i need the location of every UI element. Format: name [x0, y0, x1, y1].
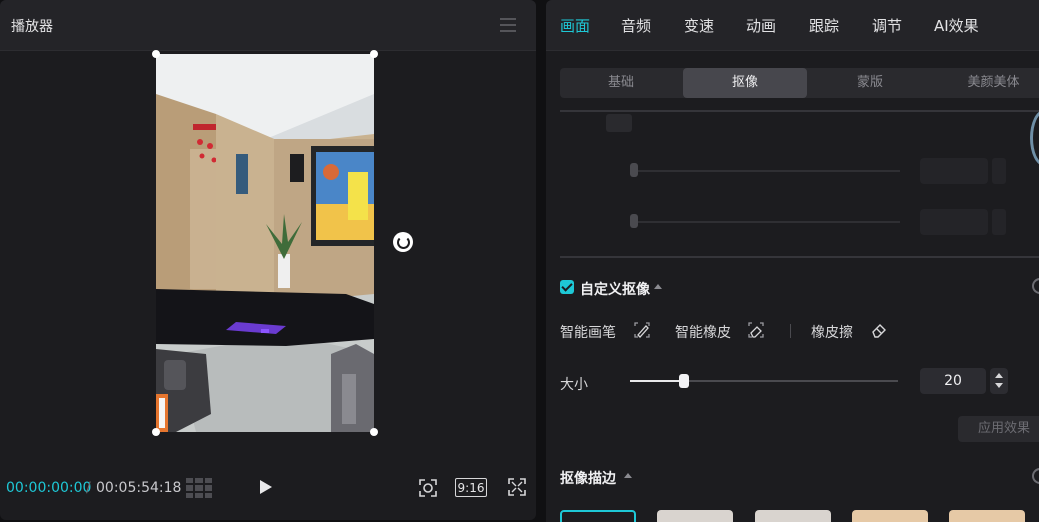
- tab-adjust[interactable]: 调节: [872, 15, 902, 36]
- divider: [560, 256, 1039, 258]
- frame-handle-top-left[interactable]: [152, 50, 160, 58]
- eraser-label[interactable]: 橡皮擦: [811, 322, 853, 342]
- dim-slider-row: [560, 207, 1039, 237]
- tab-ai-effects[interactable]: AI效果: [934, 15, 979, 36]
- size-label: 大小: [560, 377, 588, 393]
- sub-tabs: 基础 抠像 蒙版 美颜美体: [560, 68, 1039, 98]
- tab-picture[interactable]: 画面: [560, 15, 590, 36]
- custom-matting-checkbox[interactable]: [560, 280, 574, 294]
- tab-audio[interactable]: 音频: [621, 15, 651, 36]
- menu-icon[interactable]: [500, 18, 516, 32]
- fit-view-icon[interactable]: [418, 478, 438, 498]
- player-title: 播放器: [11, 19, 53, 35]
- stepper-down-icon[interactable]: [995, 383, 1003, 388]
- collapse-caret-icon[interactable]: [654, 284, 662, 289]
- stroke-preset[interactable]: [657, 510, 733, 522]
- size-stepper[interactable]: [990, 368, 1008, 394]
- apply-effect-button[interactable]: 应用效果: [958, 416, 1039, 442]
- stroke-preset[interactable]: [755, 510, 831, 522]
- tab-tracking[interactable]: 跟踪: [809, 15, 839, 36]
- video-preview[interactable]: [156, 54, 374, 432]
- eraser-icon[interactable]: [869, 320, 889, 340]
- video-preview-image: [156, 54, 374, 432]
- frame-handle-bottom-left[interactable]: [152, 428, 160, 436]
- smart-eraser-icon[interactable]: [746, 320, 766, 340]
- total-timecode: 00:05:54:18: [96, 480, 182, 496]
- grid-icon[interactable]: [186, 478, 212, 498]
- smart-eraser-label[interactable]: 智能橡皮: [675, 322, 731, 342]
- subtab-mask[interactable]: 蒙版: [808, 68, 932, 98]
- current-timecode: 00:00:00:00: [6, 480, 92, 496]
- frame-handle-top-right[interactable]: [370, 50, 378, 58]
- smart-brush-icon[interactable]: [632, 320, 652, 340]
- tab-animation[interactable]: 动画: [746, 15, 776, 36]
- size-slider[interactable]: [630, 374, 898, 388]
- reset-icon[interactable]: [1032, 278, 1039, 294]
- player-header: 播放器: [0, 0, 536, 51]
- properties-tabs: 画面 音频 变速 动画 跟踪 调节 AI效果: [546, 0, 1039, 51]
- stroke-preset-none[interactable]: [560, 510, 636, 522]
- divider: [560, 110, 1039, 112]
- subtab-basic[interactable]: 基础: [560, 68, 682, 98]
- dim-slider-row: [560, 156, 1039, 186]
- stepper-up-icon[interactable]: [995, 373, 1003, 378]
- subtab-matting[interactable]: 抠像: [683, 68, 807, 98]
- reset-icon[interactable]: [1032, 468, 1039, 484]
- custom-matting-label: 自定义抠像: [580, 282, 650, 298]
- stroke-preset[interactable]: [852, 510, 928, 522]
- fullscreen-icon[interactable]: [508, 478, 526, 496]
- rotate-icon[interactable]: [393, 232, 413, 252]
- aspect-ratio-button[interactable]: 9:16: [455, 478, 487, 497]
- tab-speed[interactable]: 变速: [684, 15, 714, 36]
- frame-handle-bottom-right[interactable]: [370, 428, 378, 436]
- play-icon[interactable]: [260, 480, 272, 494]
- player-controls: 00:00:00:00 / 00:05:54:18 9:16: [0, 470, 536, 506]
- size-input[interactable]: 20: [920, 368, 986, 394]
- size-slider-fill: [630, 380, 684, 382]
- tool-divider: [790, 324, 791, 338]
- matting-stroke-label: 抠像描边: [560, 471, 616, 487]
- properties-panel: 画面 音频 变速 动画 跟踪 调节 AI效果 基础 抠像 蒙版 美颜美体 自定义…: [546, 0, 1039, 522]
- timecode-separator: /: [86, 480, 91, 496]
- subtab-beauty[interactable]: 美颜美体: [932, 68, 1039, 98]
- player-panel: 播放器 00:00:00:00 / 00:05:54:18 9:16: [0, 0, 536, 520]
- collapse-caret-icon[interactable]: [624, 473, 632, 478]
- smart-brush-label[interactable]: 智能画笔: [560, 322, 616, 342]
- dim-toggle: [606, 114, 632, 132]
- size-slider-knob[interactable]: [678, 374, 689, 388]
- stroke-preset[interactable]: [949, 510, 1025, 522]
